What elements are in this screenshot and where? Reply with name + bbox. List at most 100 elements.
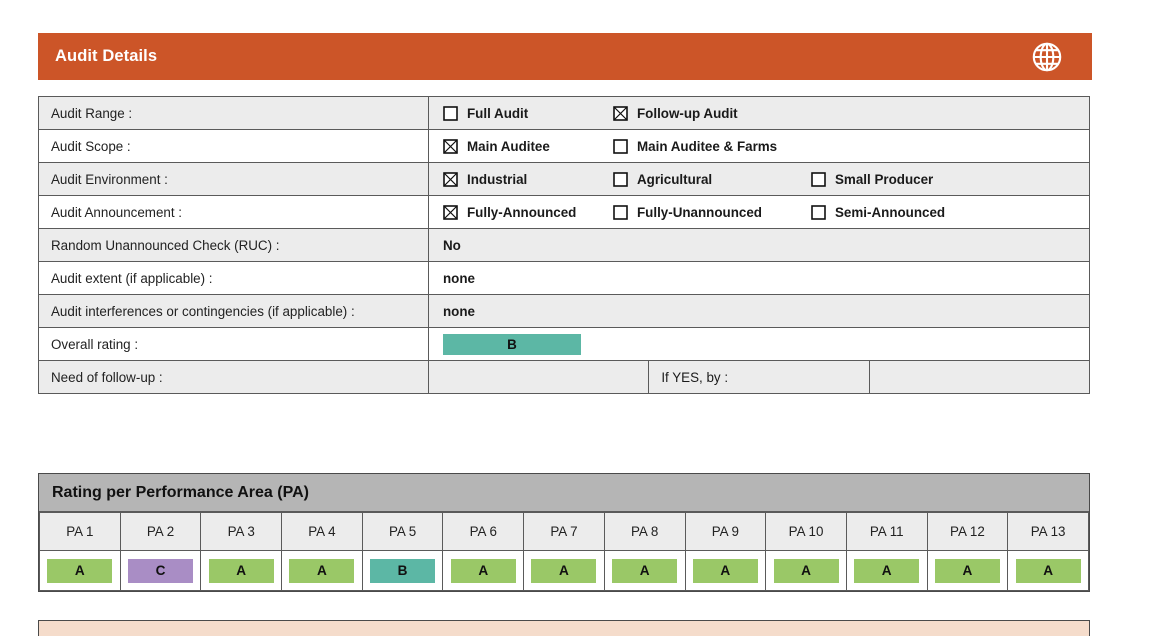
pa-rating-badge: A: [693, 559, 758, 583]
pa-rating-badge: A: [451, 559, 516, 583]
row-value-audit-environment: Industrial Agricultural Sm: [429, 163, 1090, 196]
checkbox-option-industrial[interactable]: Industrial: [443, 172, 613, 187]
if-yes-by-label: If YES, by :: [649, 361, 869, 394]
pa-column-header-7: PA 7: [524, 513, 605, 551]
pa-rating-cell-9: A: [685, 551, 766, 591]
row-label-audit-interferences: Audit interferences or contingencies (if…: [39, 295, 429, 328]
table-row: Need of follow-up : If YES, by :: [39, 361, 1090, 394]
row-label-audit-range: Audit Range :: [39, 97, 429, 130]
option-label: Agricultural: [637, 172, 712, 187]
checkbox-option-agricultural[interactable]: Agricultural: [613, 172, 811, 187]
checkbox-unchecked-icon[interactable]: [613, 205, 628, 220]
checkbox-option-fully-unannounced[interactable]: Fully-Unannounced: [613, 205, 811, 220]
row-label-audit-extent: Audit extent (if applicable) :: [39, 262, 429, 295]
checkbox-option-main-auditee[interactable]: Main Auditee: [443, 139, 613, 154]
checkbox-checked-icon[interactable]: [443, 205, 458, 220]
pa-rating-badge: A: [209, 559, 274, 583]
if-yes-by-value-cell[interactable]: [869, 361, 1089, 394]
performance-area-block: Rating per Performance Area (PA) PA 1PA …: [38, 473, 1090, 592]
pa-rating-badge: A: [854, 559, 919, 583]
row-label-ruc: Random Unannounced Check (RUC) :: [39, 229, 429, 262]
pa-column-header-12: PA 12: [927, 513, 1008, 551]
row-value-ruc: No: [429, 229, 1090, 262]
checkbox-unchecked-icon[interactable]: [613, 172, 628, 187]
audit-details-table: Audit Range : Full Audit: [38, 96, 1090, 394]
pa-rating-cell-13: A: [1008, 551, 1089, 591]
row-value-audit-announcement: Fully-Announced Fully-Unannounced: [429, 196, 1090, 229]
option-label: Fully-Unannounced: [637, 205, 762, 220]
row-label-audit-announcement: Audit Announcement :: [39, 196, 429, 229]
pa-rating-cell-5: B: [362, 551, 443, 591]
pa-column-header-2: PA 2: [120, 513, 201, 551]
pa-column-header-9: PA 9: [685, 513, 766, 551]
table-row: Audit extent (if applicable) : none: [39, 262, 1090, 295]
pa-column-header-1: PA 1: [40, 513, 121, 551]
row-value-overall-rating: B: [429, 328, 1090, 361]
audit-report-page: Audit Details Audit Range :: [0, 0, 1163, 636]
pa-column-header-13: PA 13: [1008, 513, 1089, 551]
pa-rating-badge: A: [47, 559, 112, 583]
option-label: Main Auditee: [467, 139, 550, 154]
table-row: Audit Environment : Industrial: [39, 163, 1090, 196]
performance-area-table: PA 1PA 2PA 3PA 4PA 5PA 6PA 7PA 8PA 9PA 1…: [39, 512, 1089, 591]
pa-header-row: PA 1PA 2PA 3PA 4PA 5PA 6PA 7PA 8PA 9PA 1…: [40, 513, 1089, 551]
row-value-audit-scope: Main Auditee Main Auditee & Farms: [429, 130, 1090, 163]
checkbox-checked-icon[interactable]: [443, 139, 458, 154]
option-label: Small Producer: [835, 172, 933, 187]
performance-area-title: Rating per Performance Area (PA): [39, 474, 1089, 512]
option-label: Full Audit: [467, 106, 528, 121]
checkbox-option-fully-announced[interactable]: Fully-Announced: [443, 205, 613, 220]
pa-rating-badge: A: [774, 559, 839, 583]
table-row: Audit Scope : Main Auditee: [39, 130, 1090, 163]
overall-rating-badge: B: [443, 334, 581, 355]
pa-rating-badge: A: [531, 559, 596, 583]
table-row: Random Unannounced Check (RUC) : No: [39, 229, 1090, 262]
pa-rating-cell-12: A: [927, 551, 1008, 591]
pa-rating-badge: A: [935, 559, 1000, 583]
row-value-audit-range: Full Audit Follow-up Audit: [429, 97, 1090, 130]
checkbox-option-semi-announced[interactable]: Semi-Announced: [811, 205, 945, 220]
table-row: Audit Range : Full Audit: [39, 97, 1090, 130]
globe-icon[interactable]: [1030, 40, 1064, 74]
option-label: Follow-up Audit: [637, 106, 738, 121]
table-row: Audit Announcement : Fully-Announced: [39, 196, 1090, 229]
pa-column-header-6: PA 6: [443, 513, 524, 551]
pa-rating-cell-3: A: [201, 551, 282, 591]
pa-rating-cell-4: A: [282, 551, 363, 591]
checkbox-checked-icon[interactable]: [613, 106, 628, 121]
pa-rating-badge: A: [1016, 559, 1081, 583]
checkbox-option-small-producer[interactable]: Small Producer: [811, 172, 933, 187]
pa-rating-cell-2: C: [120, 551, 201, 591]
pa-rating-cell-11: A: [846, 551, 927, 591]
checkbox-unchecked-icon[interactable]: [811, 172, 826, 187]
pa-rating-row: ACAABAAAAAAAA: [40, 551, 1089, 591]
checkbox-option-main-auditee-and-farms[interactable]: Main Auditee & Farms: [613, 139, 777, 154]
pa-rating-cell-1: A: [40, 551, 121, 591]
pa-rating-cell-7: A: [524, 551, 605, 591]
option-label: Fully-Announced: [467, 205, 576, 220]
pa-rating-cell-6: A: [443, 551, 524, 591]
row-value-audit-interferences: none: [429, 295, 1090, 328]
pa-column-header-10: PA 10: [766, 513, 847, 551]
pa-rating-cell-10: A: [766, 551, 847, 591]
checkbox-checked-icon[interactable]: [443, 172, 458, 187]
table-row: Audit interferences or contingencies (if…: [39, 295, 1090, 328]
checkbox-option-full-audit[interactable]: Full Audit: [443, 106, 613, 121]
row-label-need-of-followup: Need of follow-up :: [39, 361, 429, 394]
followup-value-cell[interactable]: [429, 361, 649, 394]
pa-rating-badge: C: [128, 559, 193, 583]
row-label-overall-rating: Overall rating :: [39, 328, 429, 361]
option-label: Industrial: [467, 172, 527, 187]
pa-rating-badge: B: [370, 559, 435, 583]
page-title: Audit Details: [55, 47, 157, 66]
option-label: Semi-Announced: [835, 205, 945, 220]
table-row: Overall rating : B: [39, 328, 1090, 361]
checkbox-unchecked-icon[interactable]: [613, 139, 628, 154]
pa-rating-badge: A: [612, 559, 677, 583]
row-label-audit-scope: Audit Scope :: [39, 130, 429, 163]
row-label-audit-environment: Audit Environment :: [39, 163, 429, 196]
checkbox-option-follow-up-audit[interactable]: Follow-up Audit: [613, 106, 738, 121]
checkbox-unchecked-icon[interactable]: [811, 205, 826, 220]
pa-column-header-4: PA 4: [282, 513, 363, 551]
checkbox-unchecked-icon[interactable]: [443, 106, 458, 121]
